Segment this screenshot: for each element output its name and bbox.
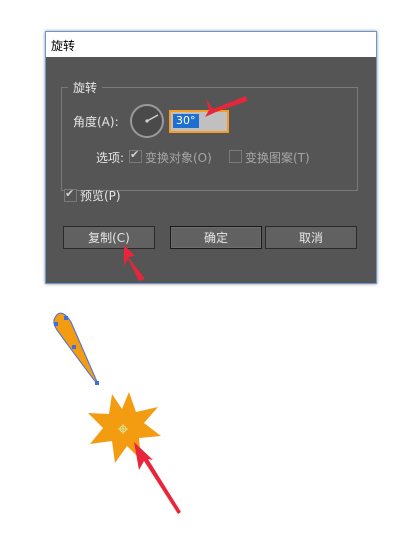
- anchor-point[interactable]: [54, 322, 58, 326]
- annotation-arrow: [124, 245, 145, 281]
- anchor-point[interactable]: [72, 345, 76, 349]
- star-shape[interactable]: [88, 392, 161, 463]
- anchor-point[interactable]: [64, 316, 68, 320]
- annotation-arrow: [134, 442, 181, 514]
- annotation-arrow: [205, 96, 247, 117]
- anchor-point[interactable]: [95, 381, 99, 385]
- selected-shape[interactable]: [53, 312, 99, 385]
- canvas-overlay: [53, 96, 247, 514]
